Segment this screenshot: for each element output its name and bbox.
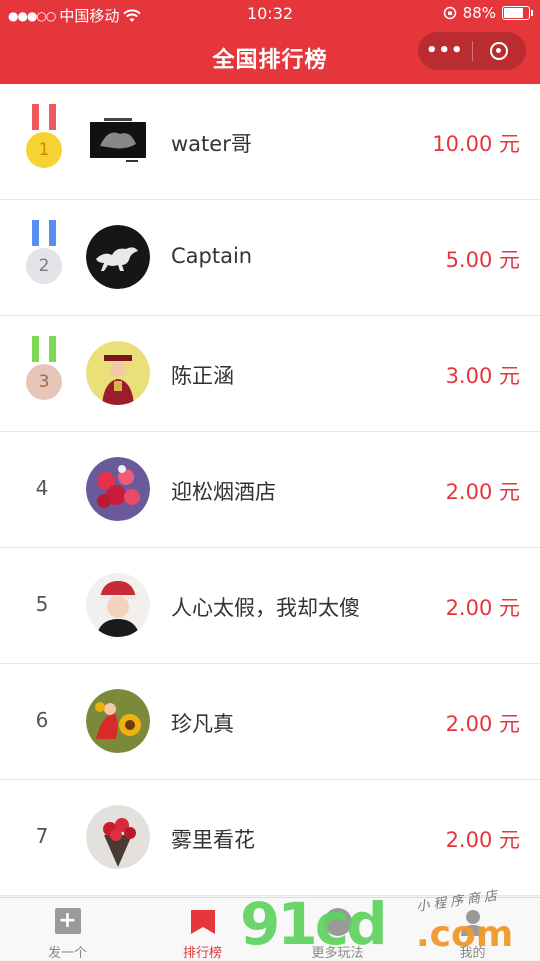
user-name: 珍凡真	[171, 712, 234, 736]
bronze-medal-icon: 3	[24, 336, 64, 406]
user-icon	[460, 910, 485, 936]
rank-number: 1	[26, 132, 62, 168]
user-name: Captain	[171, 244, 253, 268]
ranking-row[interactable]: 5 人心太假，我却太傻 2.00 元	[0, 548, 540, 664]
user-name: 陈正涵	[171, 364, 234, 388]
battery-percent: 88%	[462, 4, 496, 22]
nav-bar: 全国排行榜 •••	[0, 28, 540, 84]
avatar	[86, 573, 150, 637]
more-button[interactable]: •••	[418, 32, 472, 70]
amount-label: 2.00 元	[445, 828, 520, 852]
rank-number: 2	[26, 248, 62, 284]
silver-medal-icon: 2	[24, 220, 64, 290]
more-dots-icon: •••	[425, 40, 464, 61]
avatar	[86, 225, 150, 289]
avatar	[86, 116, 150, 164]
tab-label: 发一个	[47, 946, 87, 961]
ranking-row[interactable]: 6 珍凡真 2.00 元	[0, 664, 540, 780]
tab-bar: + 发一个 排行榜 更多玩法 我的	[0, 897, 540, 961]
rank-number: 7	[35, 824, 49, 848]
plus-icon: +	[54, 908, 81, 934]
user-name: water哥	[171, 132, 252, 156]
ranking-list: 1 water哥 10.00 元 2 Captain 5.00 元 3 陈正涵 …	[0, 84, 540, 896]
amount-label: 3.00 元	[445, 364, 520, 388]
amount-label: 2.00 元	[445, 712, 520, 736]
user-name: 雾里看花	[171, 828, 255, 852]
tab-label: 更多玩法	[311, 946, 364, 961]
amount-label: 10.00 元	[432, 132, 520, 156]
status-bar: ●●●○○ 中国移动 10:32 88%	[0, 0, 540, 28]
rank-number: 4	[35, 476, 49, 500]
ranking-row[interactable]: 7 雾里看花 2.00 元	[0, 780, 540, 896]
ranking-row[interactable]: 1 water哥 10.00 元	[0, 84, 540, 200]
ranking-row[interactable]: 2 Captain 5.00 元	[0, 200, 540, 316]
rank-number: 3	[26, 364, 62, 400]
gold-medal-icon: 1	[24, 104, 64, 174]
tab-label: 我的	[459, 946, 486, 961]
tab-mine[interactable]: 我的	[405, 898, 540, 961]
rank-number: 5	[35, 592, 49, 616]
user-name: 人心太假，我却太傻	[171, 596, 360, 620]
status-right: 88%	[443, 4, 533, 22]
orientation-lock-icon	[443, 6, 456, 20]
clock-icon	[323, 908, 352, 936]
close-miniapp-button[interactable]	[473, 32, 527, 70]
tab-more[interactable]: 更多玩法	[270, 898, 405, 961]
ranking-row[interactable]: 4 迎松烟酒店 2.00 元	[0, 432, 540, 548]
ranking-row[interactable]: 3 陈正涵 3.00 元	[0, 316, 540, 432]
amount-label: 2.00 元	[445, 480, 520, 504]
tab-ranking[interactable]: 排行榜	[135, 898, 270, 961]
tab-label: 排行榜	[182, 946, 222, 961]
amount-label: 2.00 元	[445, 596, 520, 620]
avatar	[86, 689, 150, 753]
menu-capsule: •••	[418, 32, 526, 70]
avatar	[86, 457, 150, 521]
avatar	[86, 805, 150, 869]
bookmark-icon	[190, 910, 215, 934]
tab-publish[interactable]: + 发一个	[0, 898, 135, 961]
target-icon	[490, 42, 509, 60]
battery-icon	[502, 6, 533, 20]
rank-number: 6	[35, 708, 49, 732]
avatar	[86, 341, 150, 405]
user-name: 迎松烟酒店	[171, 480, 276, 504]
amount-label: 5.00 元	[445, 248, 520, 272]
